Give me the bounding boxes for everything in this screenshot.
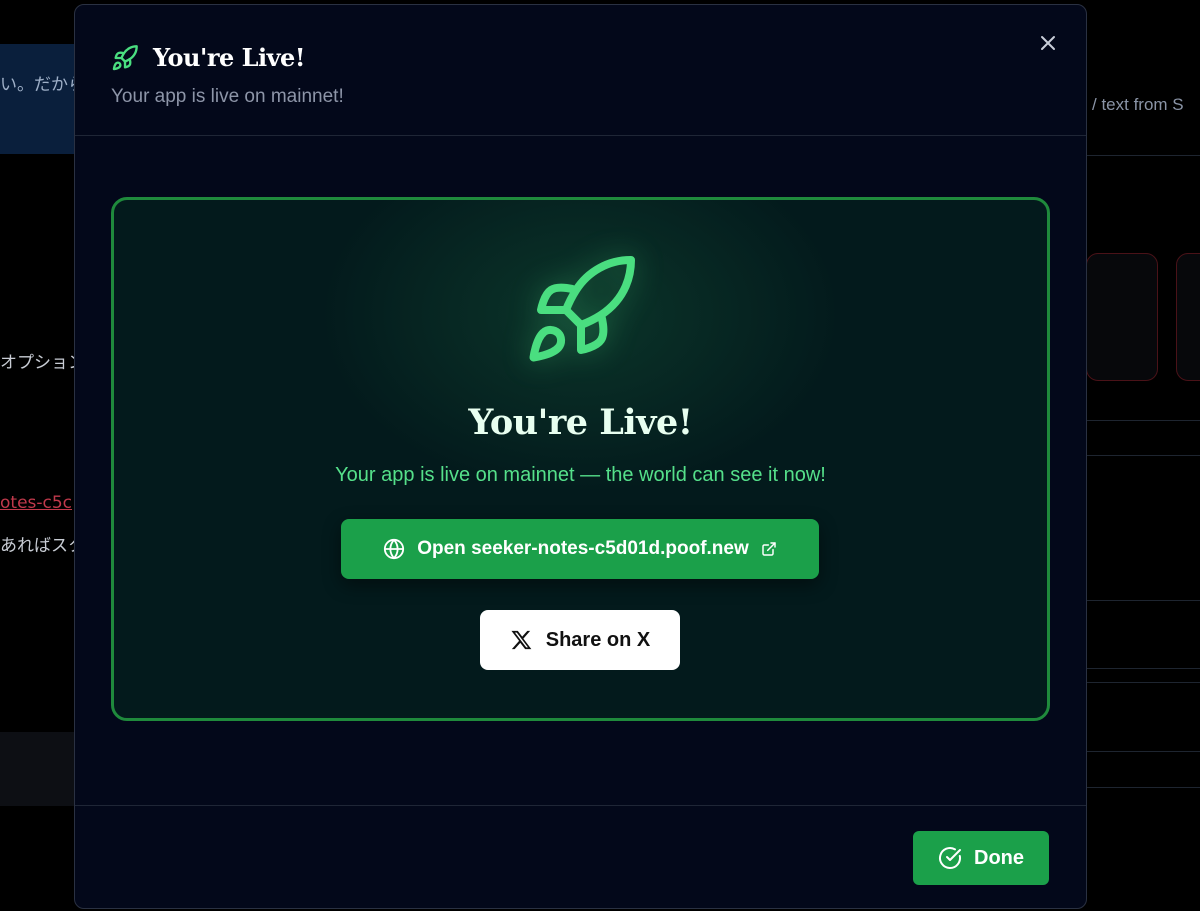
open-app-button[interactable]: Open seeker-notes-c5d01d.poof.new	[341, 519, 819, 579]
background-card	[1086, 253, 1158, 381]
open-app-label: Open seeker-notes-c5d01d.poof.new	[417, 538, 749, 559]
close-icon[interactable]	[1039, 34, 1057, 52]
success-modal: You're Live! Your app is live on mainnet…	[74, 4, 1087, 909]
background-divider	[1086, 420, 1200, 421]
modal-title: You're Live!	[153, 43, 305, 72]
background-divider	[1086, 600, 1200, 601]
done-label: Done	[974, 846, 1024, 869]
modal-title-row: You're Live!	[111, 43, 1086, 72]
share-on-x-button[interactable]: Share on X	[480, 610, 680, 670]
check-circle-icon	[938, 846, 962, 870]
rocket-icon	[521, 250, 641, 370]
background-text-line: / text from S	[1092, 95, 1184, 114]
close-button[interactable]	[1036, 31, 1060, 55]
background-divider	[1086, 155, 1200, 156]
background-card	[1176, 253, 1200, 381]
background-divider	[1086, 787, 1200, 788]
background-divider	[1086, 455, 1200, 456]
globe-icon	[383, 538, 405, 560]
rocket-icon	[111, 44, 139, 72]
modal-footer: Done	[75, 805, 1086, 908]
live-status-card: You're Live! Your app is live on mainnet…	[111, 197, 1050, 721]
modal-body: You're Live! Your app is live on mainnet…	[75, 136, 1086, 805]
share-on-x-label: Share on X	[545, 628, 651, 651]
background-text-line: あればスク	[0, 536, 85, 556]
modal-subtitle: Your app is live on mainnet!	[111, 86, 344, 107]
card-subtitle: Your app is live on mainnet — the world …	[335, 464, 826, 486]
modal-header: You're Live! Your app is live on mainnet…	[75, 5, 1086, 136]
background-link: otes-c5c	[0, 493, 73, 513]
background-divider	[1086, 668, 1200, 669]
external-link-icon	[761, 541, 777, 557]
background-text-line: い。だから	[0, 75, 85, 95]
done-button[interactable]: Done	[913, 831, 1049, 885]
card-title: You're Live!	[468, 402, 693, 443]
background-text-line: オプション	[0, 353, 85, 373]
background-panel	[0, 732, 80, 806]
background-panel	[1086, 682, 1200, 752]
x-logo-icon	[510, 629, 532, 651]
